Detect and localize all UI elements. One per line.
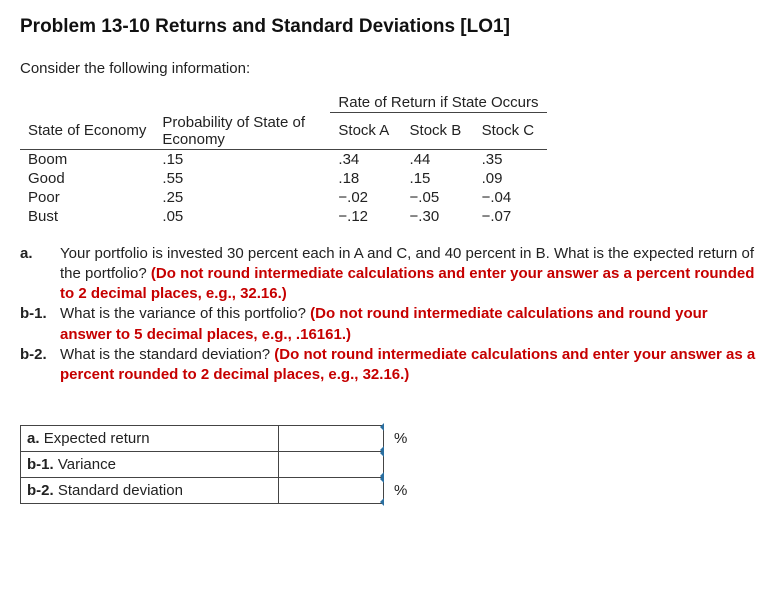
- question-a-label: a.: [20, 244, 60, 305]
- page-title: Problem 13-10 Returns and Standard Devia…: [20, 16, 762, 38]
- rate-header: Rate of Return if State Occurs: [330, 93, 546, 113]
- col-stock-c: Stock C: [474, 113, 547, 150]
- answer-b1-label: b-1. Variance: [21, 452, 279, 478]
- question-a-instruction: (Do not round intermediate calculations …: [60, 265, 754, 302]
- table-row: Poor .25 −.02 −.05 −.04: [20, 188, 547, 207]
- col-stock-a: Stock A: [330, 113, 401, 150]
- answer-a-label: a. Expected return: [21, 426, 279, 452]
- col-prob: Probability of State of Economy: [154, 113, 330, 150]
- expected-return-input[interactable]: [281, 430, 381, 448]
- intro-text: Consider the following information:: [20, 60, 762, 77]
- question-b1-label: b-1.: [20, 304, 60, 345]
- answer-a-unit: %: [384, 426, 412, 452]
- variance-input[interactable]: [281, 456, 381, 474]
- table-row: Boom .15 .34 .44 .35: [20, 149, 547, 169]
- answers-table: a. Expected return % b-1. Variance b-2. …: [20, 425, 412, 504]
- standard-deviation-input[interactable]: [281, 482, 381, 500]
- answer-b2-unit: %: [384, 478, 412, 504]
- question-b2-label: b-2.: [20, 345, 60, 386]
- table-row: Good .55 .18 .15 .09: [20, 169, 547, 188]
- answer-b1-unit: [384, 452, 412, 478]
- col-state: State of Economy: [20, 113, 154, 150]
- table-row: Bust .05 −.12 −.30 −.07: [20, 207, 547, 226]
- question-list: a. Your portfolio is invested 30 percent…: [20, 244, 762, 386]
- returns-table: Rate of Return if State Occurs State of …: [20, 93, 547, 226]
- col-stock-b: Stock B: [402, 113, 474, 150]
- answer-b2-label: b-2. Standard deviation: [21, 478, 279, 504]
- question-b1-text: What is the variance of this portfolio?: [60, 305, 310, 322]
- question-b2-text: What is the standard deviation?: [60, 346, 274, 363]
